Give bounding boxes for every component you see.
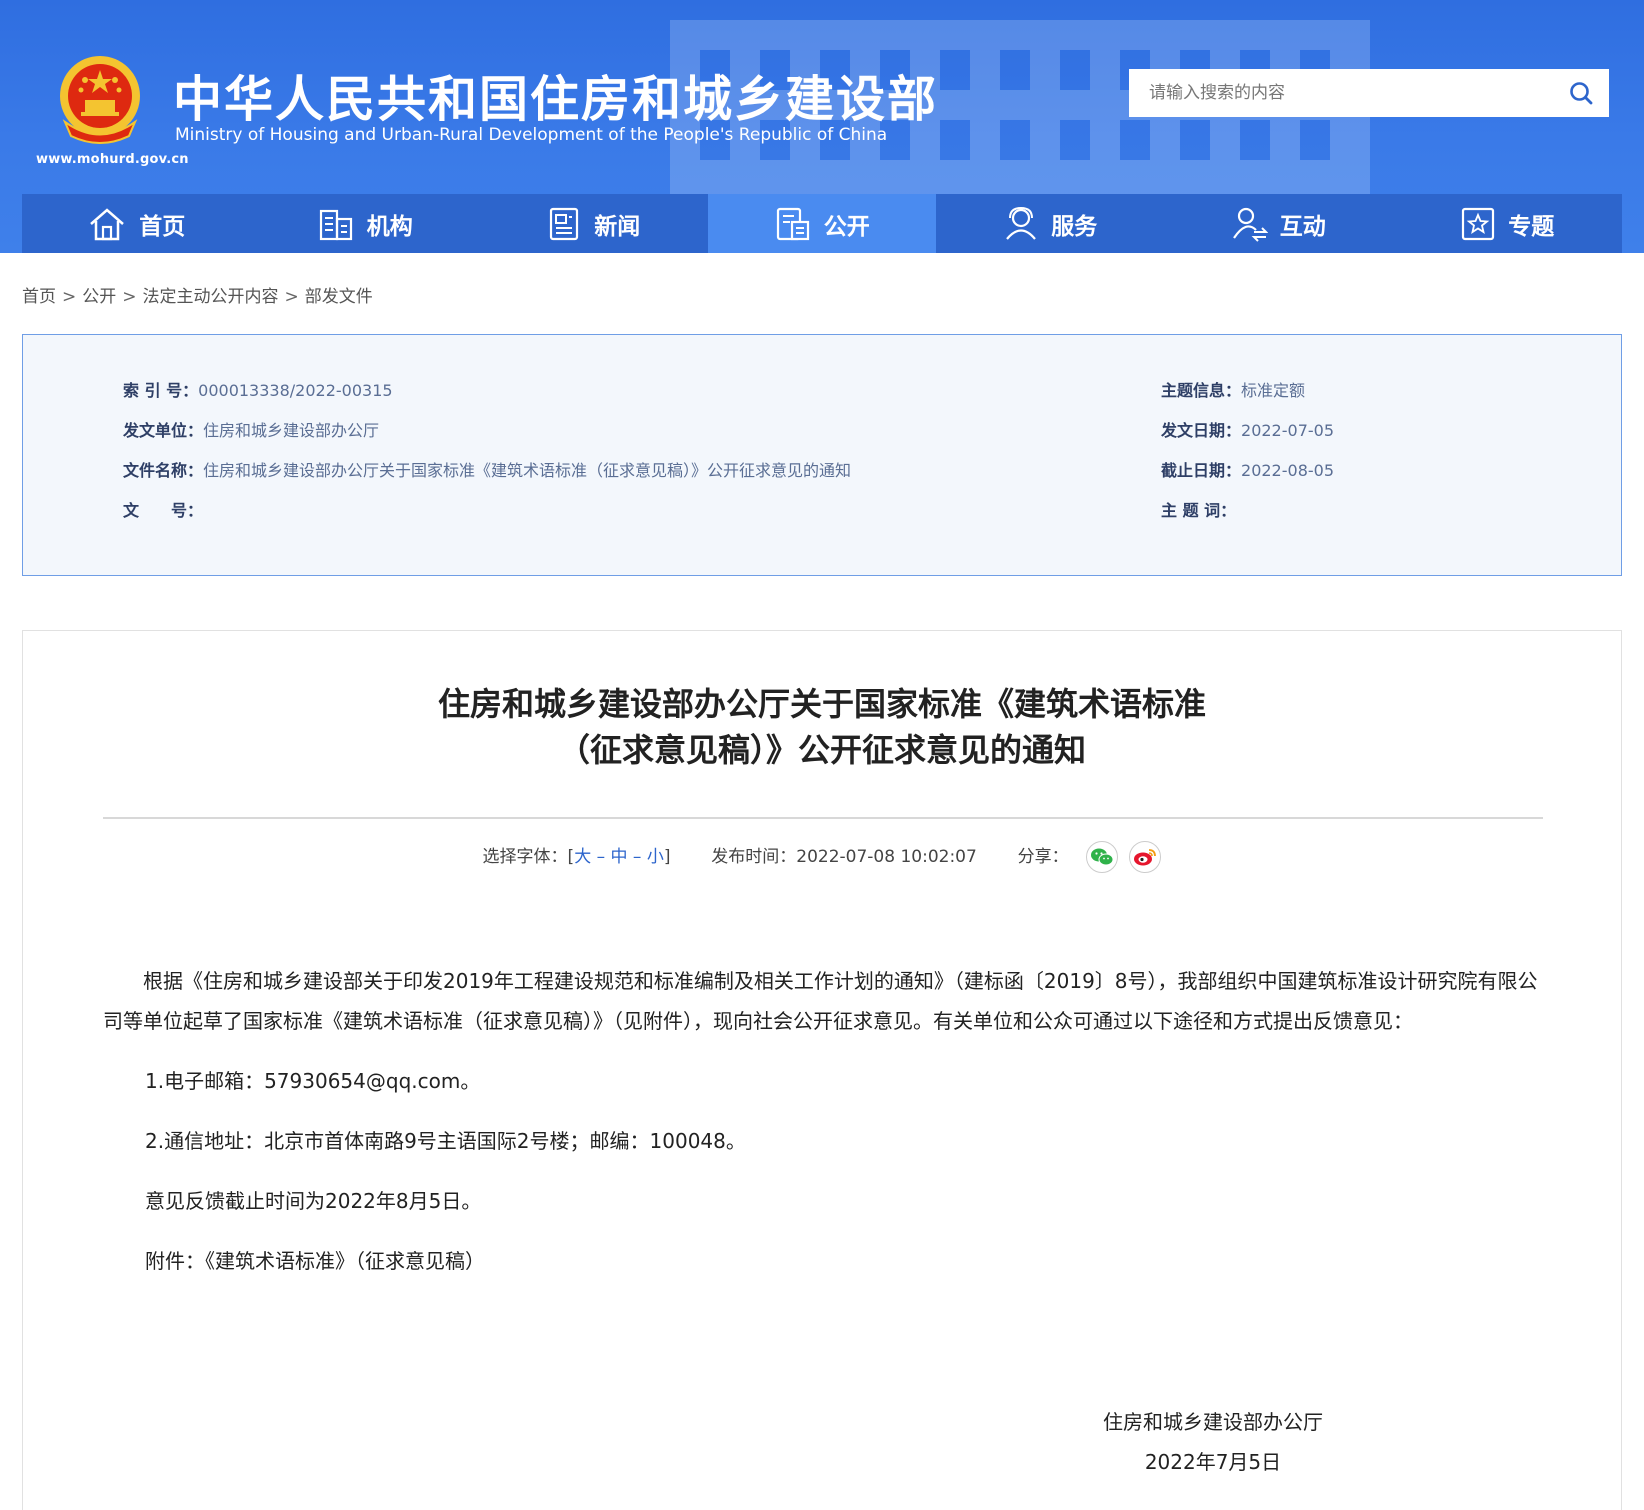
meta-docname: 文件名称：住房和城乡建设部办公厅关于国家标准《建筑术语标准（征求意见稿）》公开征… xyxy=(123,461,852,480)
signature-org: 住房和城乡建设部办公厅 xyxy=(1103,1410,1323,1434)
meta-docno: 文 号： xyxy=(123,501,204,520)
font-large-button[interactable]: 大 xyxy=(574,847,591,867)
meta-deadline: 截止日期：2022-08-05 xyxy=(1161,461,1334,480)
breadcrumb-ministry-docs[interactable]: 部发文件 xyxy=(305,287,373,307)
site-title[interactable]: 中华人民共和国住房和城乡建设部 xyxy=(173,60,938,131)
nav-interaction[interactable]: 互动 xyxy=(1165,194,1394,253)
breadcrumb-separator: > xyxy=(284,287,299,307)
nav-institutions-label: 机构 xyxy=(366,213,413,240)
search-box xyxy=(1129,69,1609,117)
nav-public-label: 公开 xyxy=(823,213,870,240)
nav-home-label: 首页 xyxy=(139,213,186,240)
nav-services[interactable]: 服务 xyxy=(936,194,1165,253)
search-button[interactable] xyxy=(1553,69,1609,117)
breadcrumb-separator: > xyxy=(122,287,137,307)
font-small-button[interactable]: 小 xyxy=(647,847,664,867)
search-icon xyxy=(1570,82,1593,105)
home-icon xyxy=(90,207,125,240)
building-icon xyxy=(319,209,352,240)
nav-institutions[interactable]: 机构 xyxy=(251,194,480,253)
document-icon xyxy=(776,207,809,240)
weibo-icon xyxy=(1134,849,1157,866)
user-interact-icon xyxy=(1232,207,1268,242)
weibo-share-button[interactable] xyxy=(1129,841,1162,873)
site-english-title: Ministry of Housing and Urban-Rural Deve… xyxy=(175,125,888,145)
article-container: 住房和城乡建设部办公厅关于国家标准《建筑术语标准 （征求意见稿）》公开征求意见的… xyxy=(22,630,1622,1510)
breadcrumb-separator: > xyxy=(62,287,77,307)
meta-topic: 主题信息：标准定额 xyxy=(1161,381,1306,400)
publish-time: 2022-07-08 10:02:07 xyxy=(796,847,977,867)
document-metadata-panel: 索 引 号：000013338/2022-00315 发文单位：住房和城乡建设部… xyxy=(22,334,1622,576)
wechat-share-button[interactable] xyxy=(1086,841,1119,873)
search-input[interactable] xyxy=(1129,69,1553,117)
email-item: 1.电子邮箱：57930654@qq.com。 xyxy=(145,1069,481,1093)
nav-topics-label: 专题 xyxy=(1508,213,1555,240)
site-url[interactable]: www.mohurd.gov.cn xyxy=(36,152,189,167)
share-buttons xyxy=(1080,841,1162,873)
meta-index: 索 引 号：000013338/2022-00315 xyxy=(123,381,393,400)
breadcrumb-statutory[interactable]: 法定主动公开内容 xyxy=(143,287,279,307)
nav-home[interactable]: 首页 xyxy=(22,194,251,253)
breadcrumb: 首页 > 公开 > 法定主动公开内容 > 部发文件 xyxy=(22,282,373,307)
nav-topics[interactable]: 专题 xyxy=(1393,194,1622,253)
star-icon xyxy=(1462,207,1495,240)
user-service-icon xyxy=(1006,206,1037,240)
deadline-item: 意见反馈截止时间为2022年8月5日。 xyxy=(145,1189,482,1213)
breadcrumb-public[interactable]: 公开 xyxy=(82,287,116,307)
main-nav: 首页 机构 新闻 公开 服务 互动 专题 xyxy=(22,194,1622,253)
nav-services-label: 服务 xyxy=(1051,213,1098,240)
attachment-item: 附件：《建筑术语标准》（征求意见稿） xyxy=(145,1249,485,1273)
signature-date: 2022年7月5日 xyxy=(1144,1450,1282,1474)
nav-news[interactable]: 新闻 xyxy=(479,194,708,253)
wechat-icon xyxy=(1091,848,1114,866)
meta-issuer: 发文单位：住房和城乡建设部办公厅 xyxy=(123,421,380,440)
meta-keywords: 主 题 词： xyxy=(1161,501,1237,520)
article-paragraph: 根据《住房和城乡建设部关于印发2019年工程建设规范和标准编制及相关工作计划的通… xyxy=(103,969,1538,1033)
title-divider xyxy=(103,817,1543,819)
article-toolbar: 选择字体：[大 – 中 – 小] 发布时间：2022-07-08 10:02:0… xyxy=(23,841,1621,873)
breadcrumb-home[interactable]: 首页 xyxy=(22,287,56,307)
nav-news-label: 新闻 xyxy=(594,213,641,240)
publish-label: 发布时间： xyxy=(711,847,797,867)
address-item: 2.通信地址：北京市首体南路9号主语国际2号楼；邮编：100048。 xyxy=(145,1129,746,1153)
font-size-label: 选择字体：[ xyxy=(482,847,575,867)
meta-date: 发文日期：2022-07-05 xyxy=(1161,421,1334,440)
newspaper-icon xyxy=(550,207,579,240)
national-emblem-logo[interactable] xyxy=(55,52,145,144)
share-label: 分享： xyxy=(1017,847,1069,867)
article-title: 住房和城乡建设部办公厅关于国家标准《建筑术语标准 （征求意见稿）》公开征求意见的… xyxy=(437,685,1206,769)
attachment-link[interactable]: 《建筑术语标准》（征求意见稿） xyxy=(205,1249,485,1273)
nav-public[interactable]: 公开 xyxy=(707,194,936,253)
font-medium-button[interactable]: 中 xyxy=(611,847,628,867)
article-body: 根据《住房和城乡建设部关于印发2019年工程建设规范和标准编制及相关工作计划的通… xyxy=(103,961,1543,1281)
nav-interaction-label: 互动 xyxy=(1279,213,1326,240)
